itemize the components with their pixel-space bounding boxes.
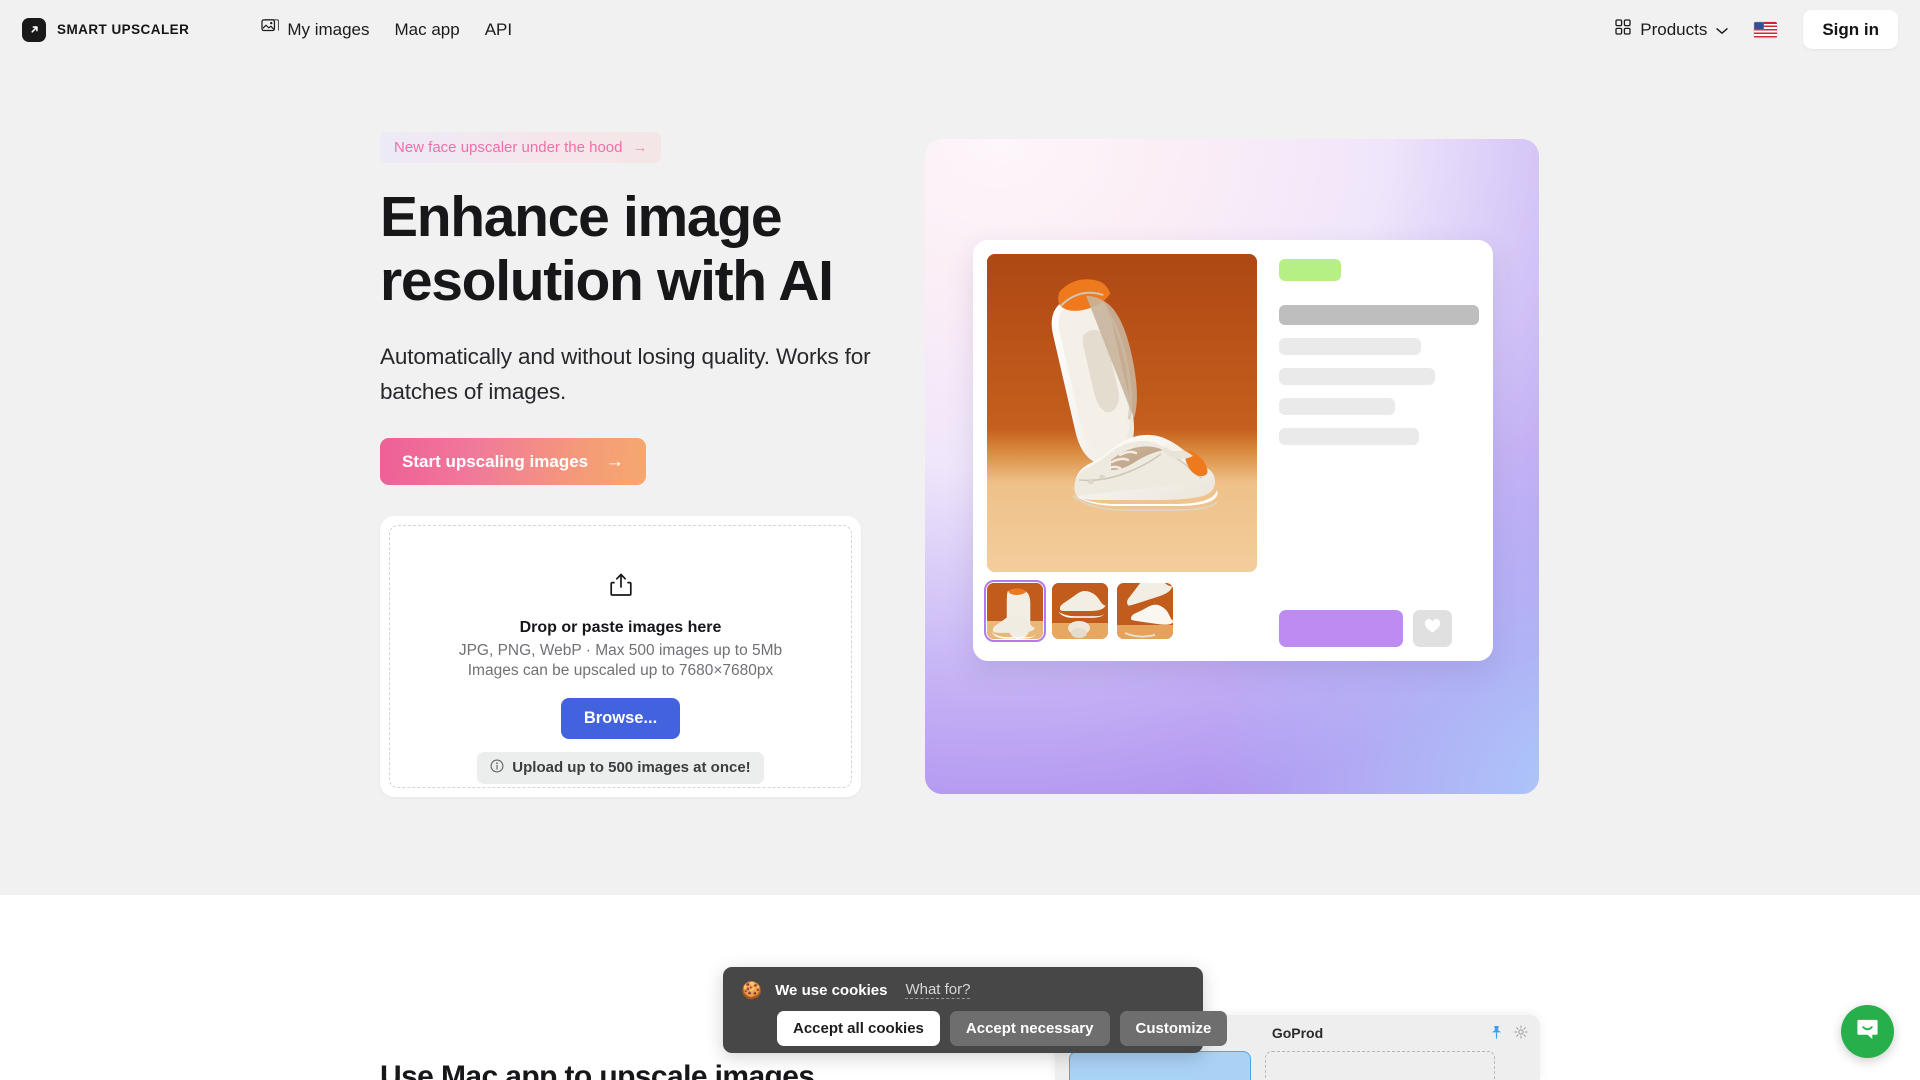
customize-cookies-button[interactable]: Customize [1119,1011,1228,1046]
info-circle-icon [490,759,504,777]
product-line-2 [1279,368,1435,385]
buy-button[interactable] [1279,610,1403,647]
cookie-what-for-link[interactable]: What for? [905,981,971,999]
accept-all-cookies-button[interactable]: Accept all cookies [777,1011,940,1046]
sneaker-thumb-3[interactable] [1117,583,1173,639]
product-preview-card [973,240,1493,661]
cookie-actions: Accept all cookies Accept necessary Cust… [741,1011,1228,1046]
product-main-image [987,254,1257,572]
nav-item-my-images[interactable]: My images [261,19,370,40]
product-line-4 [1279,428,1419,445]
arrow-right-icon: → [632,139,648,156]
chat-smile-icon [1855,1017,1880,1047]
upload-box-icon [609,573,632,602]
sneaker-thumb-1[interactable] [984,580,1046,642]
page-title: Enhance image resolution with AI [380,185,834,313]
dropzone-maxsize: Images can be upscaled up to 7680×7680px [467,662,774,679]
mac-app-section-title: Use Mac app to upscale images [380,1060,815,1080]
dropzone-inner: Drop or paste images here JPG, PNG, WebP… [389,525,852,788]
announcement-text: New face upscaler under the hood [394,139,623,156]
mac-window-tools [1490,1025,1528,1044]
product-actions [1279,610,1479,647]
expand-arrow-icon [22,17,46,42]
cookie-message: We use cookies [775,981,888,999]
site-header: SMART UPSCALER My images Mac app API Pro… [0,0,1920,59]
batch-upload-note-text: Upload up to 500 images at once! [512,759,751,776]
images-stack-icon [261,19,280,40]
dropzone-formats: JPG, PNG, WebP · Max 500 images up to 5M… [458,642,783,659]
mac-window-title: GoProd [1271,1025,1324,1041]
nav-label-mac-app: Mac app [394,19,460,39]
nav-item-api[interactable]: API [485,20,512,40]
accept-necessary-button[interactable]: Accept necessary [949,1011,1110,1046]
product-line-3 [1279,398,1395,415]
product-title-placeholder [1279,305,1479,325]
cta-label: Start upscaling images [402,452,589,471]
browse-button[interactable]: Browse... [560,698,681,739]
header-right-group: Products Sign in [1615,10,1898,49]
pin-icon[interactable] [1490,1025,1503,1044]
dropzone-title: Drop or paste images here [519,619,722,636]
hero-copy: New face upscaler under the hood → Enhan… [380,132,900,485]
gear-icon[interactable] [1514,1025,1528,1044]
sneaker-thumb-2[interactable] [1052,583,1108,639]
product-line-1 [1279,338,1421,355]
brand-name: SMART UPSCALER [57,22,190,37]
chevron-down-icon [1716,20,1729,40]
hero-illustration [925,139,1539,794]
product-details [1279,254,1479,647]
nav-item-mac-app[interactable]: Mac app [395,20,460,40]
upload-dropzone[interactable]: Drop or paste images here JPG, PNG, WebP… [380,516,861,797]
mac-window-body [1055,1051,1540,1080]
nav-label-api: API [484,19,513,39]
arrow-right-icon: → [605,451,625,472]
nav-label-my-images: My images [287,19,370,39]
products-menu-button[interactable]: Products [1615,19,1729,40]
cookie-message-row: 🍪 We use cookies What for? [741,981,1185,999]
us-flag-icon[interactable] [1754,21,1778,38]
page-root: SMART UPSCALER My images Mac app API Pro… [0,0,1920,1080]
main-nav: My images Mac app API [261,19,512,40]
products-label: Products [1640,19,1708,39]
heart-icon [1424,618,1441,639]
status-badge [1279,259,1341,281]
announcement-pill[interactable]: New face upscaler under the hood → [380,132,662,163]
grid-icon [1615,19,1631,40]
chat-launcher-button[interactable] [1841,1005,1894,1058]
product-thumbnails [984,580,1257,642]
start-upscaling-button[interactable]: Start upscaling images → [380,438,647,485]
sign-in-button[interactable]: Sign in [1803,10,1898,49]
product-gallery [984,254,1257,647]
hero-subtitle: Automatically and without losing quality… [380,344,871,404]
mac-dropzone-panel [1265,1051,1495,1080]
cookie-icon: 🍪 [741,980,763,1000]
mac-selected-panel [1069,1051,1251,1080]
favorite-button[interactable] [1413,610,1452,647]
cookie-consent-banner: 🍪 We use cookies What for? Accept all co… [723,967,1228,1053]
batch-upload-note: Upload up to 500 images at once! [477,751,764,784]
brand-logo[interactable]: SMART UPSCALER [22,17,190,42]
